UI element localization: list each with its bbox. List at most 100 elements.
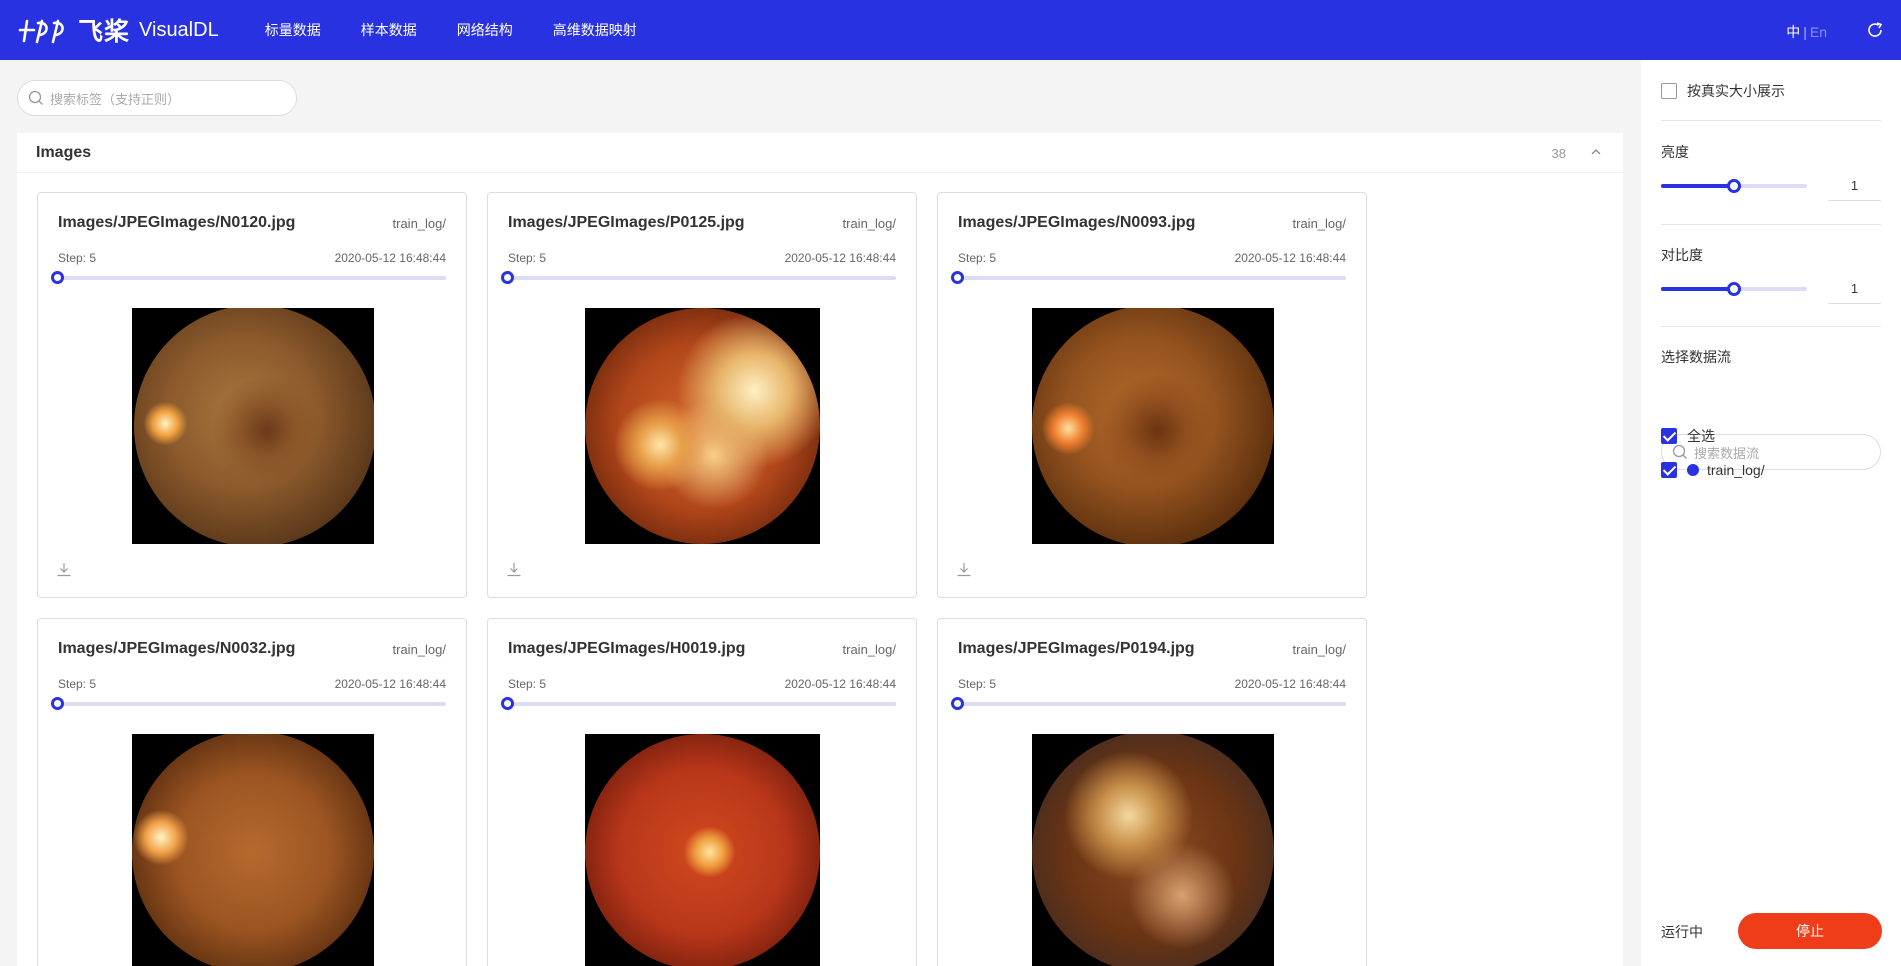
- image-card: Images/JPEGImages/N0093.jpg train_log/ S…: [937, 192, 1367, 598]
- images-panel: Images 38 Images/JPEGImages/N0120.jpg tr…: [17, 133, 1623, 966]
- download-icon[interactable]: [506, 562, 522, 578]
- brand-cn: 飞桨: [78, 17, 131, 46]
- image-card-title: Images/JPEGImages/N0120.jpg: [58, 214, 296, 231]
- step-slider-thumb[interactable]: [51, 697, 64, 710]
- run-color-dot: [1687, 464, 1699, 476]
- logo[interactable]: 飞桨 VisualDL: [18, 12, 219, 48]
- top-navbar: 飞桨 VisualDL 标量数据 样本数据 网络结构 高维数据映射 中 | En: [0, 0, 1901, 60]
- lang-en[interactable]: En: [1810, 24, 1827, 40]
- step-slider-thumb[interactable]: [51, 271, 64, 284]
- download-icon[interactable]: [956, 562, 972, 578]
- image-card-title: Images/JPEGImages/N0032.jpg: [58, 640, 296, 657]
- contrast-slider-thumb[interactable]: [1727, 282, 1741, 296]
- image-card-time: 2020-05-12 16:48:44: [334, 251, 446, 265]
- step-slider-track[interactable]: [508, 276, 896, 280]
- image-card-run: train_log/: [392, 216, 446, 231]
- image-card-title: Images/JPEGImages/P0194.jpg: [958, 640, 1195, 657]
- paddle-logo-icon: [18, 19, 64, 44]
- sample-image[interactable]: [1032, 734, 1274, 966]
- image-card: Images/JPEGImages/N0120.jpg train_log/ S…: [37, 192, 467, 598]
- refresh-icon[interactable]: [1865, 20, 1885, 40]
- image-card-title: Images/JPEGImages/N0093.jpg: [958, 214, 1196, 231]
- image-card-step: Step: 5: [58, 251, 97, 265]
- step-slider-track[interactable]: [58, 702, 446, 706]
- lang-separator: |: [1803, 24, 1807, 40]
- image-card-run: train_log/: [842, 642, 896, 657]
- images-panel-header[interactable]: Images 38: [17, 133, 1623, 173]
- step-slider-track[interactable]: [58, 276, 446, 280]
- divider: [1661, 120, 1881, 121]
- run-checkbox[interactable]: [1661, 462, 1677, 478]
- brand-en: VisualDL: [139, 18, 219, 41]
- runs-label: 选择数据流: [1661, 349, 1731, 365]
- lang-cn[interactable]: 中: [1786, 24, 1800, 40]
- run-status: 运行中: [1661, 924, 1703, 940]
- step-slider-track[interactable]: [508, 702, 896, 706]
- nav-samples[interactable]: 样本数据: [361, 20, 417, 40]
- image-card-run: train_log/: [1292, 216, 1346, 231]
- tag-search-placeholder: 搜索标签（支持正则）: [50, 91, 181, 107]
- brightness-slider[interactable]: [1661, 179, 1807, 193]
- nav-graphs[interactable]: 网络结构: [457, 20, 513, 40]
- panel-title: Images: [36, 143, 92, 161]
- select-all-label: 全选: [1687, 428, 1715, 444]
- contrast-label: 对比度: [1661, 247, 1703, 263]
- download-icon[interactable]: [56, 562, 72, 578]
- image-card-step: Step: 5: [958, 677, 997, 691]
- image-card-time: 2020-05-12 16:48:44: [1234, 251, 1346, 265]
- step-slider-thumb[interactable]: [951, 271, 964, 284]
- image-card-run: train_log/: [842, 216, 896, 231]
- image-card-title: Images/JPEGImages/H0019.jpg: [508, 640, 746, 657]
- image-card-time: 2020-05-12 16:48:44: [1234, 677, 1346, 691]
- search-icon: [1672, 444, 1687, 459]
- select-all-checkbox[interactable]: [1661, 428, 1677, 444]
- image-card-run: train_log/: [1292, 642, 1346, 657]
- sample-image[interactable]: [132, 734, 374, 966]
- step-slider-thumb[interactable]: [501, 697, 514, 710]
- image-card-step: Step: 5: [508, 677, 547, 691]
- run-option[interactable]: train_log/: [1661, 462, 1765, 478]
- sample-image[interactable]: [585, 734, 820, 966]
- image-card: Images/JPEGImages/N0032.jpg train_log/ S…: [37, 618, 467, 966]
- image-card-run: train_log/: [392, 642, 446, 657]
- divider: [1661, 224, 1881, 225]
- nav-scalars[interactable]: 标量数据: [265, 20, 321, 40]
- nav-high-dimensional[interactable]: 高维数据映射: [553, 20, 637, 40]
- settings-sidebar: 按真实大小展示 亮度 1 对比度 1 选择数据流 搜索数据流 全选 train_…: [1641, 60, 1901, 966]
- stop-button[interactable]: 停止: [1738, 913, 1882, 949]
- image-card-step: Step: 5: [508, 251, 547, 265]
- chevron-up-icon[interactable]: [1589, 145, 1603, 159]
- image-card: Images/JPEGImages/P0194.jpg train_log/ S…: [937, 618, 1367, 966]
- brightness-value-input[interactable]: 1: [1828, 171, 1881, 201]
- step-slider-track[interactable]: [958, 702, 1346, 706]
- image-card: Images/JPEGImages/P0125.jpg train_log/ S…: [487, 192, 917, 598]
- language-switch[interactable]: 中 | En: [1786, 22, 1827, 42]
- select-all-option[interactable]: 全选: [1661, 426, 1715, 446]
- step-slider-thumb[interactable]: [501, 271, 514, 284]
- brightness-slider-thumb[interactable]: [1727, 179, 1741, 193]
- sample-image[interactable]: [585, 308, 820, 544]
- image-card-time: 2020-05-12 16:48:44: [334, 677, 446, 691]
- step-slider-track[interactable]: [958, 276, 1346, 280]
- actual-size-label: 按真实大小展示: [1687, 83, 1785, 99]
- image-card-time: 2020-05-12 16:48:44: [784, 677, 896, 691]
- actual-size-checkbox[interactable]: [1661, 83, 1677, 99]
- run-label: train_log/: [1707, 462, 1765, 478]
- actual-size-option[interactable]: 按真实大小展示: [1661, 81, 1785, 101]
- image-card-time: 2020-05-12 16:48:44: [784, 251, 896, 265]
- divider: [1661, 326, 1881, 327]
- brightness-slider-fill: [1661, 184, 1734, 188]
- panel-count: 38: [1551, 146, 1566, 161]
- sample-image[interactable]: [132, 308, 374, 544]
- contrast-slider[interactable]: [1661, 282, 1807, 296]
- image-card-step: Step: 5: [958, 251, 997, 265]
- search-icon: [28, 90, 43, 105]
- contrast-value-input[interactable]: 1: [1828, 274, 1881, 304]
- step-slider-thumb[interactable]: [951, 697, 964, 710]
- brightness-label: 亮度: [1661, 144, 1689, 160]
- image-card: Images/JPEGImages/H0019.jpg train_log/ S…: [487, 618, 917, 966]
- sample-image[interactable]: [1032, 308, 1274, 544]
- image-card-title: Images/JPEGImages/P0125.jpg: [508, 214, 745, 231]
- tag-search-input[interactable]: 搜索标签（支持正则）: [17, 80, 297, 116]
- main-nav: 标量数据 样本数据 网络结构 高维数据映射: [265, 20, 677, 40]
